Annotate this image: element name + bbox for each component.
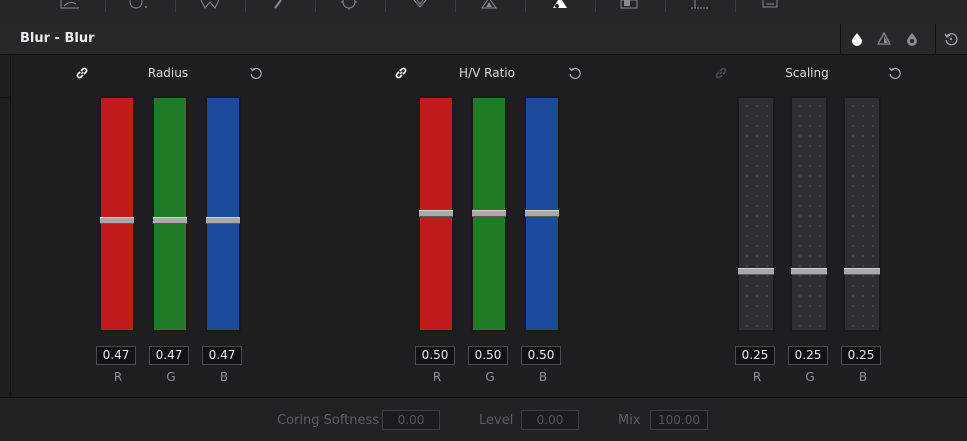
level-label: Level <box>479 413 514 428</box>
palette-toolbar <box>0 0 967 25</box>
key-icon[interactable] <box>546 0 574 10</box>
channel-label-b: B <box>538 370 548 384</box>
slider-handle[interactable] <box>738 268 774 275</box>
slider-handle[interactable] <box>472 210 506 217</box>
magic-mask-icon[interactable] <box>406 0 434 10</box>
slider-handle[interactable] <box>206 217 240 224</box>
hv-ratio-reset-icon[interactable] <box>567 65 583 81</box>
channel-label-g: G <box>805 370 815 384</box>
hv-ratio-g-value[interactable]: 0.50 <box>468 346 508 365</box>
mix-field[interactable]: 100.00 <box>650 410 708 430</box>
window-icon[interactable] <box>264 0 292 10</box>
scaling-r-slider[interactable] <box>737 96 775 332</box>
mist-mode-icon[interactable] <box>904 31 920 47</box>
scaling-b-slider[interactable] <box>843 96 881 332</box>
sharpen-mode-icon[interactable] <box>876 31 892 47</box>
stereo-icon[interactable] <box>756 0 784 10</box>
channel-label-r: R <box>113 370 123 384</box>
slider-handle[interactable] <box>791 268 827 275</box>
slider-handle[interactable] <box>153 217 187 224</box>
coring-softness-label: Coring Softness <box>277 413 380 428</box>
scaling-g-value[interactable]: 0.25 <box>788 346 828 365</box>
slider-handle[interactable] <box>100 217 134 224</box>
channel-label-r: R <box>432 370 442 384</box>
3d-icon[interactable] <box>686 0 714 10</box>
hv-ratio-r-value[interactable]: 0.50 <box>415 346 455 365</box>
slider-handle[interactable] <box>525 210 559 217</box>
radius-r-slider[interactable] <box>99 96 135 332</box>
scaling-reset-icon[interactable] <box>887 65 903 81</box>
radius-b-value[interactable]: 0.47 <box>202 346 242 365</box>
radius-title: Radius <box>147 66 189 80</box>
radius-b-slider[interactable] <box>205 96 241 332</box>
reset-all-icon[interactable] <box>943 31 959 47</box>
hv-ratio-r-slider[interactable] <box>418 96 454 332</box>
qualifier-icon[interactable] <box>196 0 224 10</box>
mix-label: Mix <box>618 413 641 428</box>
blur-icon[interactable] <box>475 0 503 10</box>
link-icon[interactable] <box>713 65 729 81</box>
channel-label-b: B <box>219 370 229 384</box>
channel-label-r: R <box>752 370 762 384</box>
link-icon[interactable] <box>393 65 409 81</box>
radius-g-value[interactable]: 0.47 <box>149 346 189 365</box>
channel-label-g: G <box>485 370 495 384</box>
link-icon[interactable] <box>74 65 90 81</box>
channel-label-b: B <box>858 370 868 384</box>
slider-handle[interactable] <box>844 268 880 275</box>
curves-icon[interactable] <box>56 0 84 10</box>
hv-ratio-title: H/V Ratio <box>459 66 515 80</box>
scaling-g-slider[interactable] <box>790 96 828 332</box>
tracker-icon[interactable] <box>335 0 363 10</box>
scaling-title: Scaling <box>785 66 829 80</box>
panel-header: Blur - Blur <box>0 24 967 55</box>
blur-mode-icon[interactable] <box>849 31 865 47</box>
hv-ratio-b-value[interactable]: 0.50 <box>521 346 561 365</box>
slider-handle[interactable] <box>419 210 453 217</box>
radius-g-slider[interactable] <box>152 96 188 332</box>
coring-softness-field[interactable]: 0.00 <box>382 410 440 430</box>
scaling-r-value[interactable]: 0.25 <box>735 346 775 365</box>
sizing-icon[interactable] <box>615 0 643 10</box>
level-field[interactable]: 0.00 <box>521 410 579 430</box>
hv-ratio-b-slider[interactable] <box>524 96 560 332</box>
radius-reset-icon[interactable] <box>248 65 264 81</box>
warper-icon[interactable] <box>124 0 152 10</box>
channel-label-g: G <box>166 370 176 384</box>
panel-title: Blur - Blur <box>20 31 95 46</box>
scaling-b-value[interactable]: 0.25 <box>841 346 881 365</box>
radius-r-value[interactable]: 0.47 <box>96 346 136 365</box>
hv-ratio-g-slider[interactable] <box>471 96 507 332</box>
